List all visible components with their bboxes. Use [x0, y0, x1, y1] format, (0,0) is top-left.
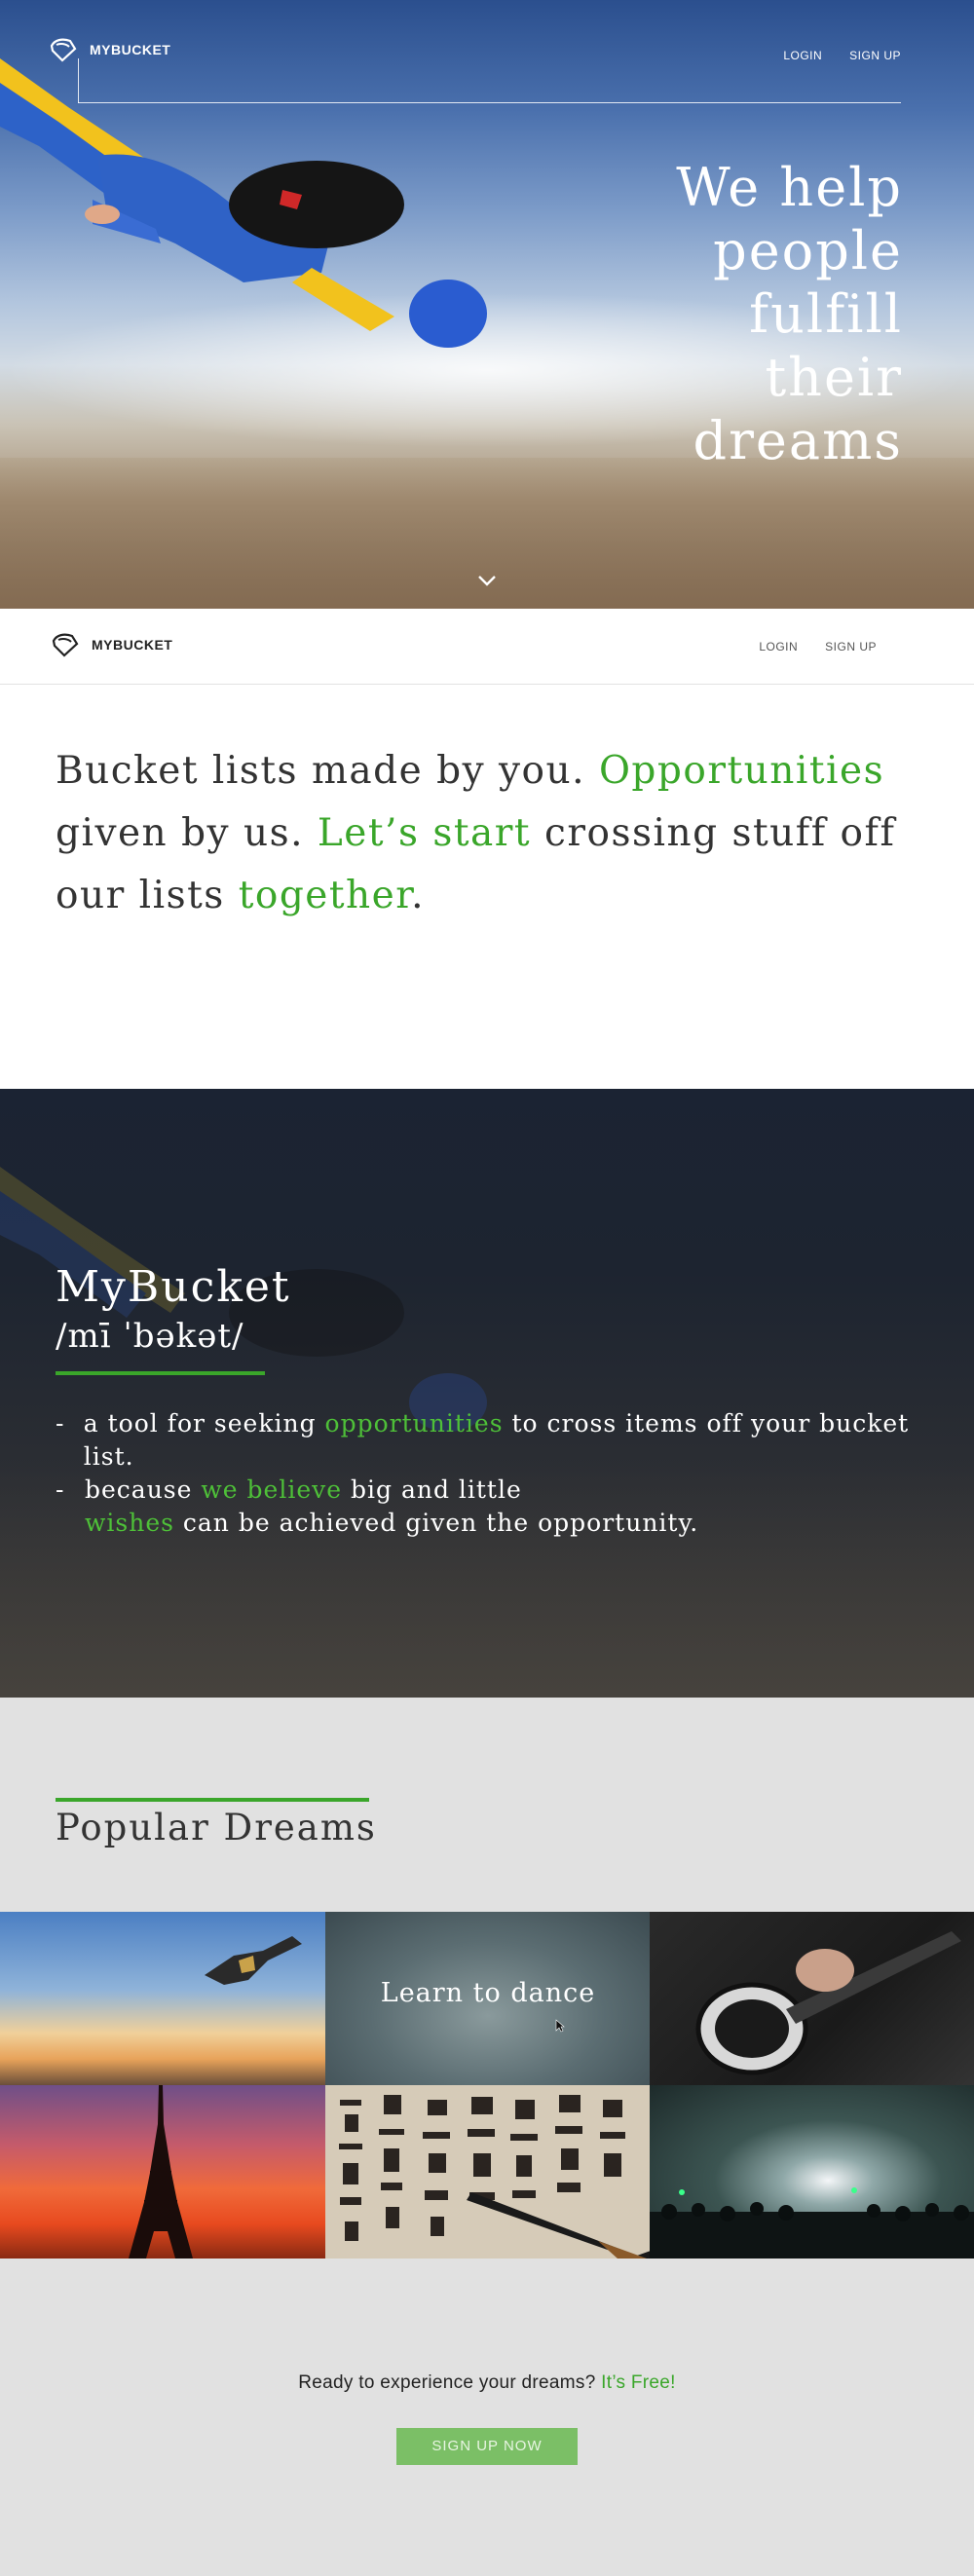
sign-up-now-button[interactable]: SIGN UP NOW	[396, 2428, 578, 2465]
bucket-logo-icon	[50, 38, 77, 62]
signup-link[interactable]: SIGN UP	[849, 49, 901, 62]
popular-title: Popular Dreams	[56, 1807, 377, 1848]
signup-link[interactable]: SIGN UP	[825, 640, 877, 653]
cta-text: Ready to experience your dreams? It’s Fr…	[0, 2372, 974, 2394]
dream-tile-dance[interactable]: Learn to dance	[325, 1912, 651, 2085]
login-link[interactable]: LOGIN	[783, 49, 822, 62]
main-nav-links: LOGIN SIGN UP	[759, 640, 877, 653]
brand-logo[interactable]: MYBUCKET	[51, 632, 172, 657]
definition-item: - because we believe big and little wish…	[56, 1474, 932, 1540]
concert-image	[650, 2187, 974, 2259]
list-dash: -	[56, 1409, 65, 1437]
dream-tile-skydive[interactable]	[0, 1912, 325, 2085]
hero-nav: MYBUCKET LOGIN SIGN UP	[49, 37, 901, 105]
cursor-icon	[555, 2019, 565, 2033]
headline-line: their	[765, 347, 903, 408]
headline-line: people	[713, 220, 903, 281]
brand-name: MYBUCKET	[92, 637, 173, 653]
definition-underline	[56, 1371, 265, 1375]
definition-item-text: because we believe big and little wishes…	[85, 1475, 699, 1537]
hero-headline: We help people fulfill their dreams	[513, 156, 903, 472]
definition-item-text: a tool for seeking opportunities to cros…	[83, 1409, 910, 1471]
intro-highlight: Opportunities	[598, 749, 885, 793]
eiffel-tower-image	[129, 2085, 193, 2259]
brand-name: MYBUCKET	[90, 42, 171, 57]
dream-tile-paris[interactable]	[0, 2085, 325, 2259]
intro-highlight: together	[238, 874, 412, 917]
dream-grid: Learn to dance	[0, 1912, 974, 2259]
dream-tile-concert[interactable]	[650, 2085, 974, 2259]
skydiver-image	[205, 1936, 302, 1985]
intro-text: given by us.	[56, 811, 318, 855]
cta-highlight: It’s Free!	[601, 2372, 676, 2393]
guitar-image	[695, 1931, 961, 2075]
headline-line: dreams	[693, 410, 903, 471]
definition-section: MyBucket /mī ˈbəkət/ - a tool for seekin…	[0, 1089, 974, 1698]
chevron-down-icon[interactable]	[475, 573, 499, 588]
cta-prompt: Ready to experience your dreams?	[298, 2372, 602, 2393]
dream-tile-label: Learn to dance	[380, 1978, 596, 2008]
definition-item: - a tool for seeking opportunities to cr…	[56, 1407, 932, 1474]
intro-highlight: Let’s start	[317, 811, 532, 855]
login-link[interactable]: LOGIN	[759, 640, 798, 653]
definition-title: MyBucket	[56, 1262, 291, 1312]
list-dash: -	[56, 1475, 65, 1504]
popular-dreams-section: Popular Dreams Learn to dance Ready to e…	[0, 1698, 974, 2576]
hero-section: MYBUCKET LOGIN SIGN UP We help people fu…	[0, 0, 974, 609]
definition-phonetic: /mī ˈbəkət/	[56, 1317, 244, 1356]
main-nav: MYBUCKET LOGIN SIGN UP	[0, 609, 974, 685]
definition-list: - a tool for seeking opportunities to cr…	[56, 1407, 932, 1540]
dream-tile-calligraphy[interactable]	[325, 2085, 651, 2259]
intro-text: Bucket lists made by you.	[56, 749, 599, 793]
headline-line: We help	[676, 157, 903, 218]
bucket-logo-icon	[52, 633, 79, 657]
intro-text: .	[411, 874, 426, 917]
dream-tile-guitar[interactable]	[650, 1912, 974, 2085]
brand-logo[interactable]: MYBUCKET	[49, 37, 170, 62]
popular-underline	[56, 1798, 369, 1802]
hero-nav-vline	[78, 58, 79, 103]
hero-nav-line	[78, 102, 901, 103]
calligraphy-image	[339, 2095, 651, 2259]
hero-nav-links: LOGIN SIGN UP	[783, 49, 901, 62]
intro-statement: Bucket lists made by you. Opportunities …	[56, 740, 932, 927]
headline-line: fulfill	[749, 283, 903, 345]
